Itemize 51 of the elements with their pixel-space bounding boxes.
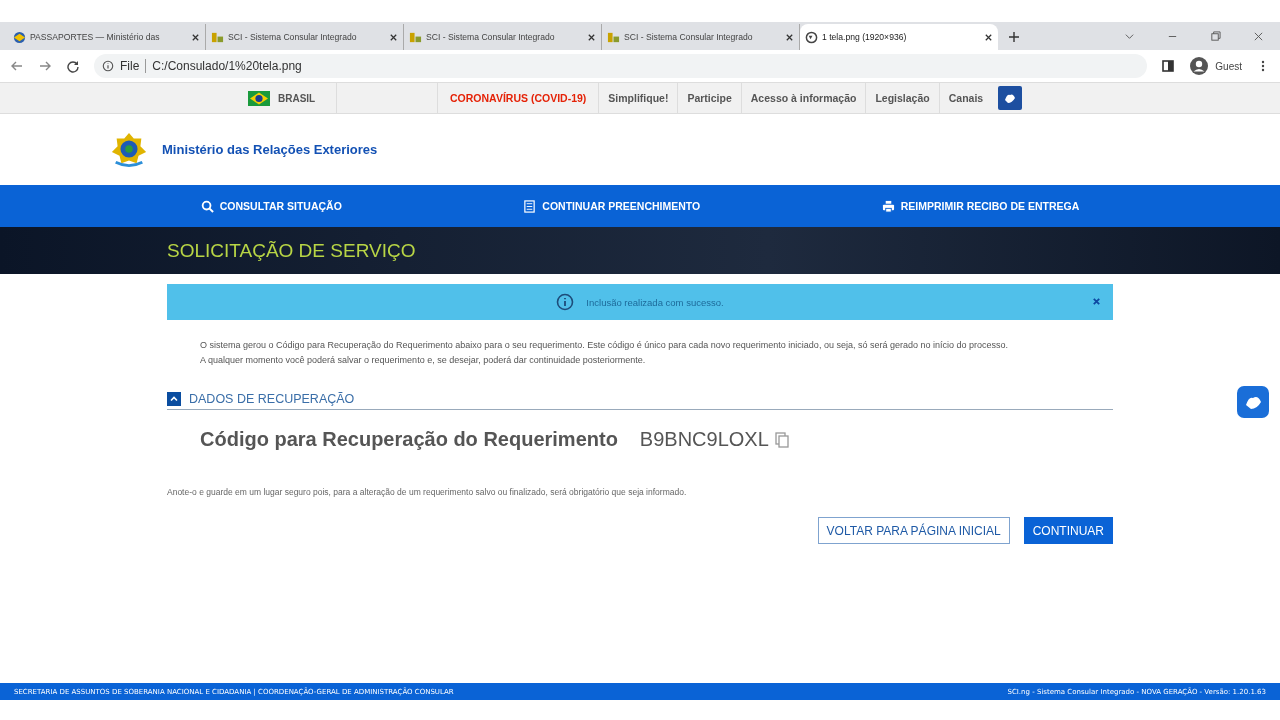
country-label: BRASIL <box>278 92 316 104</box>
back-icon[interactable] <box>10 59 24 73</box>
close-icon[interactable] <box>587 32 596 42</box>
restore-icon[interactable] <box>1210 31 1221 42</box>
nav-link[interactable]: CONSULTAR SITUAÇÃO <box>200 199 342 213</box>
url-text: C:/Consulado/1%20tela.png <box>152 59 302 73</box>
avatar-icon <box>1189 56 1210 76</box>
document-icon <box>523 199 537 213</box>
coat-of-arms-icon <box>110 130 148 169</box>
gov-link[interactable]: Legislação <box>865 83 939 113</box>
browser-tab[interactable]: SCI - Sistema Consular Integrado <box>404 24 602 50</box>
code-label: Código para Recuperação do Requerimento <box>200 428 618 451</box>
flag-icon <box>13 30 26 44</box>
gov-link[interactable]: Acesso à informação <box>740 83 866 113</box>
alert-message: Inclusão realizada com sucesso. <box>586 296 724 308</box>
gov-link[interactable]: CORONAVÍRUS (COVID-19) <box>437 83 599 113</box>
chevron-down-icon[interactable] <box>1124 31 1135 42</box>
browser-tab[interactable]: PASSAPORTES — Ministério das <box>8 24 206 50</box>
profile-button[interactable]: Guest <box>1189 56 1242 76</box>
printer-icon <box>881 199 895 213</box>
caret-icon[interactable] <box>167 392 181 406</box>
close-icon[interactable] <box>389 32 398 42</box>
intro-text: A qualquer momento você poderá salvar o requerimento e, se desejar, poderá dar continuidade posteriormente. <box>200 354 647 367</box>
side-panel-icon[interactable] <box>1161 59 1176 73</box>
recovery-code: B9BNC9LOXL <box>639 428 769 451</box>
nav-link[interactable]: REIMPRIMIR RECIBO DE ENTREGA <box>881 199 1080 213</box>
reload-icon[interactable] <box>66 59 80 73</box>
note-text: Anote-o e guarde em um lugar seguro pois, para a alteração de um requerimento salvo ou finalizado, será obrigatório que seja informado. <box>167 487 688 497</box>
page-title: SOLICITAÇÃO DE SERVIÇO <box>167 239 416 262</box>
info-icon <box>102 60 114 72</box>
new-tab-icon[interactable] <box>1008 31 1020 43</box>
browser-tab[interactable]: 1 tela.png (1920×936) <box>800 24 998 50</box>
search-icon <box>200 199 214 213</box>
gov-link[interactable]: Participe <box>677 83 741 113</box>
forward-icon[interactable] <box>38 59 52 73</box>
close-icon[interactable] <box>984 32 993 42</box>
close-icon[interactable] <box>191 32 200 42</box>
section-title[interactable]: DADOS DE RECUPERAÇÃO <box>189 392 355 406</box>
back-button[interactable]: VOLTAR PARA PÁGINA INICIAL <box>817 517 1010 544</box>
gov-link[interactable]: Simplifique! <box>598 83 678 113</box>
url-scheme: File <box>120 59 140 73</box>
nav-link[interactable]: CONTINUAR PREENCHIMENTO <box>523 199 701 213</box>
close-icon[interactable] <box>785 32 794 42</box>
browser-tab[interactable]: SCI - Sistema Consular Integrado <box>206 24 404 50</box>
address-field[interactable]: File C:/Consulado/1%20tela.png <box>94 54 1148 78</box>
info-icon <box>556 293 575 311</box>
continue-button[interactable]: CONTINUAR <box>1023 517 1113 544</box>
flag-icon <box>248 90 270 106</box>
ministry-title: Ministério das Relações Exteriores <box>162 142 378 157</box>
gov-link[interactable]: Canais <box>938 83 993 113</box>
intro-text: O sistema gerou o Código para Recuperação do Requerimento abaixo para o seu requerimento. Este código é único para cada novo requerimento iniciado, ou seja, só será gerado no início do processo. <box>200 339 1009 352</box>
